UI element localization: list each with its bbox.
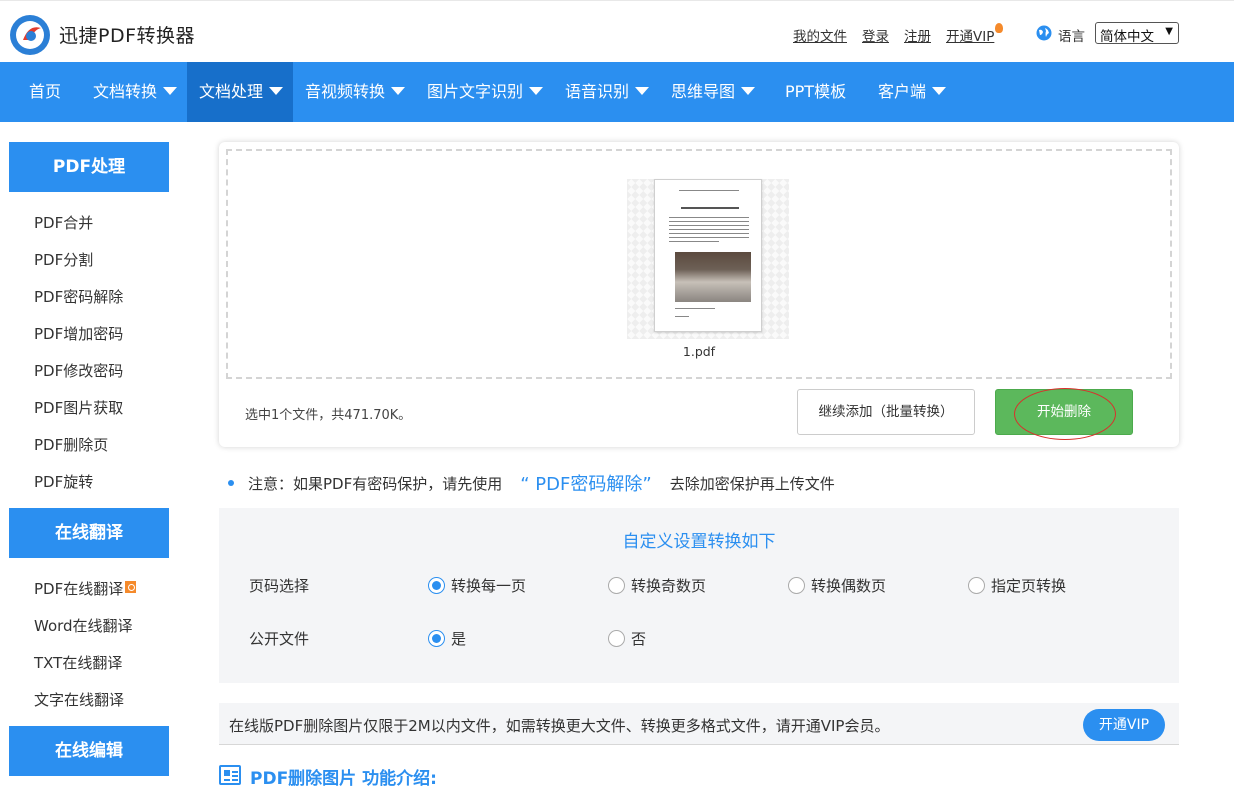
hot-badge-icon xyxy=(125,581,137,593)
radio-public-no[interactable]: 否 xyxy=(608,628,646,649)
caret-down-icon xyxy=(635,87,650,95)
sidebar-item-pdf-extract-images[interactable]: PDF图片获取 xyxy=(34,397,123,418)
annotation-circle xyxy=(1014,388,1116,440)
file-size-limit-bar: 在线版PDF删除图片仅限于2M以内文件，如需转换更大文件、转换更多格式文件，请开… xyxy=(219,703,1179,745)
document-intro-icon xyxy=(219,765,241,785)
nav-doc-convert[interactable]: 文档转换 xyxy=(93,62,178,122)
sidebar-item-pdf-delete-page[interactable]: PDF删除页 xyxy=(34,434,108,455)
nav-mindmap[interactable]: 思维导图 xyxy=(671,62,756,122)
nav-doc-convert-label: 文档转换 xyxy=(93,82,158,101)
sidebar-item-pdf-merge[interactable]: PDF合并 xyxy=(34,212,93,233)
language-label: 语言 xyxy=(1058,29,1085,45)
sidebar-item-pdf-change-password[interactable]: PDF修改密码 xyxy=(34,360,123,381)
nav-home[interactable]: 首页 xyxy=(29,62,61,122)
my-files-link[interactable]: 我的文件 xyxy=(793,25,847,45)
globe-icon xyxy=(1036,25,1052,41)
flame-icon xyxy=(995,23,1004,33)
brand-name[interactable]: 迅捷PDF转换器 xyxy=(59,21,195,48)
caret-down-icon xyxy=(741,87,756,95)
nav-doc-process-label: 文档处理 xyxy=(199,82,264,101)
notice-suffix: 去除加密保护再上传文件 xyxy=(669,474,835,493)
page-selection-label: 页码选择 xyxy=(249,577,310,595)
sidebar-item-pdf-translate-label: PDF在线翻译 xyxy=(34,580,124,598)
sidebar-item-text-translate[interactable]: 文字在线翻译 xyxy=(34,689,124,710)
sidebar-head-pdf: PDF处理 xyxy=(9,142,169,192)
radio-unchecked-icon xyxy=(968,577,985,594)
nav-client[interactable]: 客户端 xyxy=(878,62,947,122)
thumbnail-photo xyxy=(675,252,751,302)
dropdown-arrow-icon: ▼ xyxy=(1165,26,1173,37)
nav-ppt[interactable]: PPT模板 xyxy=(785,62,846,122)
caret-down-icon xyxy=(163,87,178,95)
nav-doc-process[interactable]: 文档处理 xyxy=(187,62,293,122)
bullet-dot-icon xyxy=(228,480,234,486)
login-link[interactable]: 登录 xyxy=(862,25,889,45)
password-notice: 注意：如果PDF有密码保护，请先使用 “ PDF密码解除” 去除加密保护再上传文… xyxy=(228,470,835,496)
sidebar-head-edit: 在线编辑 xyxy=(9,726,169,776)
open-vip-button[interactable]: 开通VIP xyxy=(1083,709,1165,741)
radio-checked-icon xyxy=(428,630,445,647)
notice-prefix: 注意：如果PDF有密码保护，请先使用 xyxy=(248,474,503,493)
radio-odd-pages-label: 转换奇数页 xyxy=(631,577,707,595)
conversion-settings: 自定义设置转换如下 页码选择 转换每一页 转换奇数页 转换偶数页 指定页转换 公… xyxy=(219,508,1179,683)
radio-every-page-label: 转换每一页 xyxy=(451,577,527,595)
sidebar-item-pdf-unlock[interactable]: PDF密码解除 xyxy=(34,286,123,307)
sidebar-item-pdf-translate[interactable]: PDF在线翻译 xyxy=(34,578,137,599)
radio-specific-pages[interactable]: 指定页转换 xyxy=(968,575,1066,596)
nav-speech[interactable]: 语音识别 xyxy=(565,62,650,122)
nav-ocr-label: 图片文字识别 xyxy=(427,82,524,101)
radio-unchecked-icon xyxy=(608,630,625,647)
nav-av-convert-label: 音视频转换 xyxy=(305,82,386,101)
pdf-thumbnail[interactable] xyxy=(654,179,762,332)
sidebar-head-translate: 在线翻译 xyxy=(9,508,169,558)
top-links: 我的文件 登录 注册 开通VIP xyxy=(793,23,1004,45)
sidebar-item-txt-translate[interactable]: TXT在线翻译 xyxy=(34,652,122,673)
add-more-files-button[interactable]: 继续添加（批量转换） xyxy=(797,389,975,435)
radio-even-pages[interactable]: 转换偶数页 xyxy=(788,575,886,596)
register-link[interactable]: 注册 xyxy=(904,25,931,45)
radio-checked-icon xyxy=(428,577,445,594)
radio-public-yes[interactable]: 是 xyxy=(428,628,466,649)
upload-panel: 1.pdf 选中1个文件，共471.70K。 继续添加（批量转换） 开始删除 xyxy=(219,142,1179,447)
language-select[interactable]: 简体中文 ▼ xyxy=(1095,22,1179,45)
file-dropzone[interactable]: 1.pdf xyxy=(226,149,1172,379)
sidebar-item-pdf-add-password[interactable]: PDF增加密码 xyxy=(34,323,123,344)
radio-public-yes-label: 是 xyxy=(451,630,467,648)
nav-client-label: 客户端 xyxy=(878,82,927,101)
caret-down-icon xyxy=(269,87,284,95)
selection-summary: 选中1个文件，共471.70K。 xyxy=(245,408,412,423)
caret-down-icon xyxy=(932,87,947,95)
settings-title: 自定义设置转换如下 xyxy=(622,532,776,552)
sidebar-item-pdf-split[interactable]: PDF分割 xyxy=(34,249,93,270)
open-vip-link[interactable]: 开通VIP xyxy=(946,25,994,45)
caret-down-icon xyxy=(391,87,406,95)
nav-home-label: 首页 xyxy=(29,82,62,101)
caret-down-icon xyxy=(529,87,544,95)
top-header: 迅捷PDF转换器 我的文件 登录 注册 开通VIP 语言 简体中文 ▼ xyxy=(0,0,1234,62)
sidebar-item-pdf-rotate[interactable]: PDF旋转 xyxy=(34,471,93,492)
radio-unchecked-icon xyxy=(788,577,805,594)
public-file-label: 公开文件 xyxy=(249,630,310,648)
radio-even-pages-label: 转换偶数页 xyxy=(811,577,887,595)
radio-every-page[interactable]: 转换每一页 xyxy=(428,575,526,596)
nav-speech-label: 语音识别 xyxy=(565,82,630,101)
sidebar-item-word-translate[interactable]: Word在线翻译 xyxy=(34,615,133,636)
nav-ocr[interactable]: 图片文字识别 xyxy=(427,62,544,122)
pdf-unlock-link[interactable]: “ PDF密码解除” xyxy=(520,470,651,496)
language-value: 简体中文 xyxy=(1100,29,1154,45)
main-nav: 首页 文档转换 文档处理 音视频转换 图片文字识别 语音识别 思维导图 PPT模… xyxy=(0,62,1234,122)
nav-mindmap-label: 思维导图 xyxy=(671,82,736,101)
file-name: 1.pdf xyxy=(682,344,716,359)
radio-public-no-label: 否 xyxy=(631,630,647,648)
limit-text: 在线版PDF删除图片仅限于2M以内文件，如需转换更大文件、转换更多格式文件，请开… xyxy=(229,717,890,735)
intro-title: PDF删除图片 功能介绍: xyxy=(250,769,437,789)
radio-odd-pages[interactable]: 转换奇数页 xyxy=(608,575,706,596)
radio-unchecked-icon xyxy=(608,577,625,594)
radio-specific-pages-label: 指定页转换 xyxy=(991,577,1067,595)
brand-logo-icon[interactable] xyxy=(9,14,51,56)
nav-ppt-label: PPT模板 xyxy=(785,82,847,101)
nav-av-convert[interactable]: 音视频转换 xyxy=(305,62,406,122)
